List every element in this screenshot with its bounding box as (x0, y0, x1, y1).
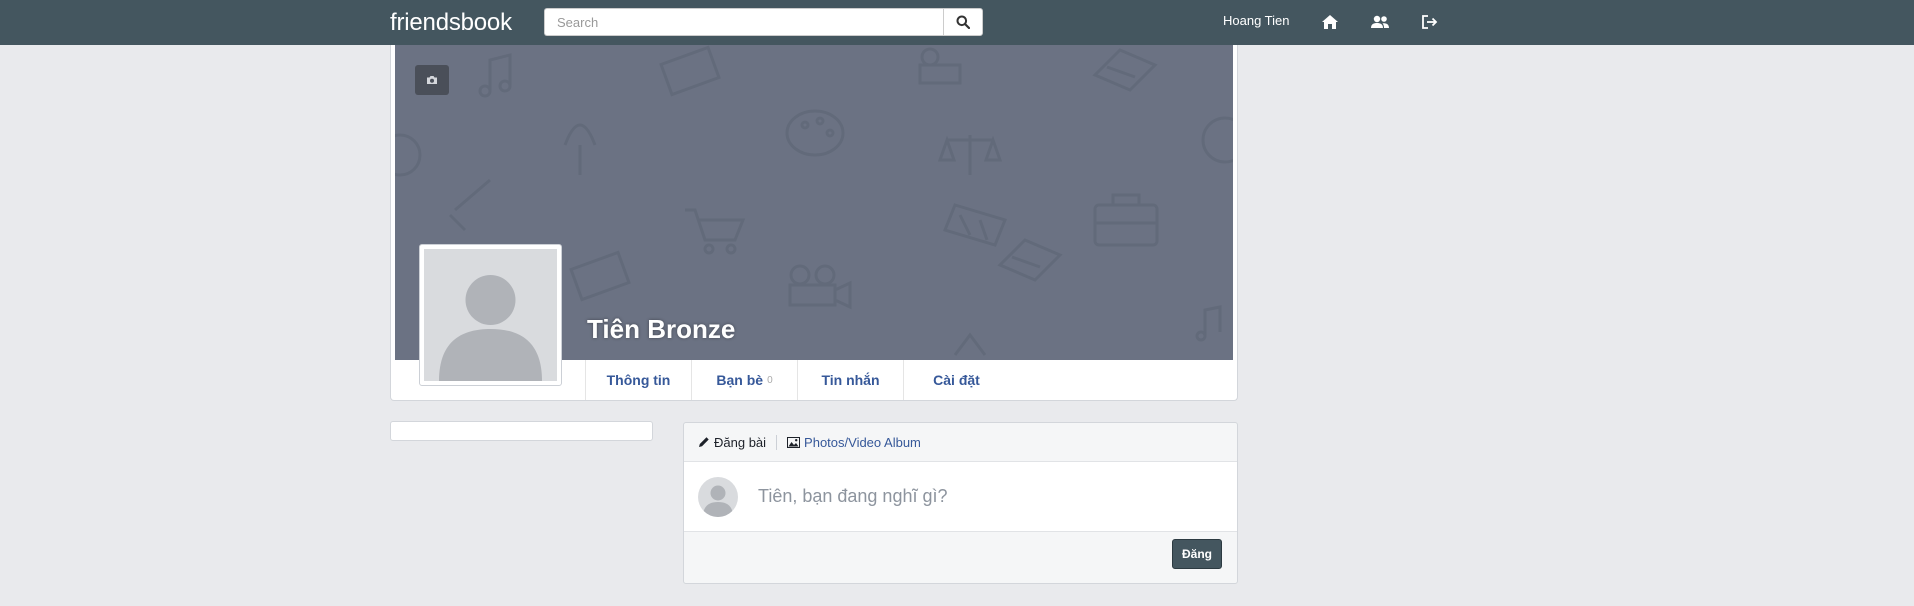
tab-label: Cài đặt (933, 372, 980, 388)
home-button[interactable] (1318, 10, 1342, 34)
user-silhouette-icon (439, 275, 542, 381)
search-bar (544, 8, 983, 36)
search-input[interactable] (544, 8, 943, 36)
post-composer: Đăng bài Photos/Video Album Đăng (683, 422, 1238, 584)
brand-logo[interactable]: friendsbook (390, 9, 512, 37)
logout-button[interactable] (1418, 10, 1442, 34)
pencil-icon (699, 437, 709, 447)
profile-name: Tiên Bronze (587, 314, 736, 344)
composer-tab-post[interactable]: Đăng bài (698, 434, 778, 450)
composer-body (684, 462, 1237, 532)
tab-label: Thông tin (606, 372, 671, 388)
intro-panel (390, 421, 653, 441)
home-icon (1322, 15, 1338, 29)
tab-cai-dat[interactable]: Cài đặt (903, 360, 1009, 400)
image-icon (787, 436, 801, 448)
tab-label: Bạn bè (716, 372, 764, 388)
search-icon (956, 15, 970, 29)
submit-post-button[interactable]: Đăng (1172, 539, 1222, 569)
camera-icon (427, 76, 437, 84)
friends-count: 0 (767, 374, 773, 386)
search-button[interactable] (943, 8, 983, 36)
avatar-placeholder (424, 249, 557, 381)
logout-icon (1422, 15, 1438, 29)
friends-icon (1371, 15, 1389, 28)
tab-thong-tin[interactable]: Thông tin (585, 360, 691, 400)
profile-avatar[interactable] (419, 244, 562, 386)
composer-header: Đăng bài Photos/Video Album (684, 423, 1237, 462)
friends-button[interactable] (1368, 10, 1392, 34)
top-navbar: friendsbook Hoang Tien (0, 0, 1914, 45)
tab-ban-be[interactable]: Bạn bè 0 (691, 360, 797, 400)
profile-tabs: Thông tin Bạn bè 0 Tin nhắn Cài đặt (585, 360, 1009, 400)
tab-label: Tin nhắn (821, 372, 880, 388)
change-cover-button[interactable] (415, 65, 449, 95)
composer-avatar (698, 477, 738, 517)
user-silhouette-icon (703, 485, 733, 517)
status-input[interactable] (758, 479, 1218, 513)
composer-tab-photo-label: Photos/Video Album (804, 434, 921, 450)
composer-tab-photo[interactable]: Photos/Video Album (777, 435, 921, 450)
composer-tab-post-label: Đăng bài (714, 434, 767, 450)
nav-user-name[interactable]: Hoang Tien (1223, 13, 1290, 28)
profile-header-card: Tiên Bronze Thông tin Bạn bè 0 Tin nhắn … (390, 45, 1238, 401)
tab-tin-nhan[interactable]: Tin nhắn (797, 360, 903, 400)
